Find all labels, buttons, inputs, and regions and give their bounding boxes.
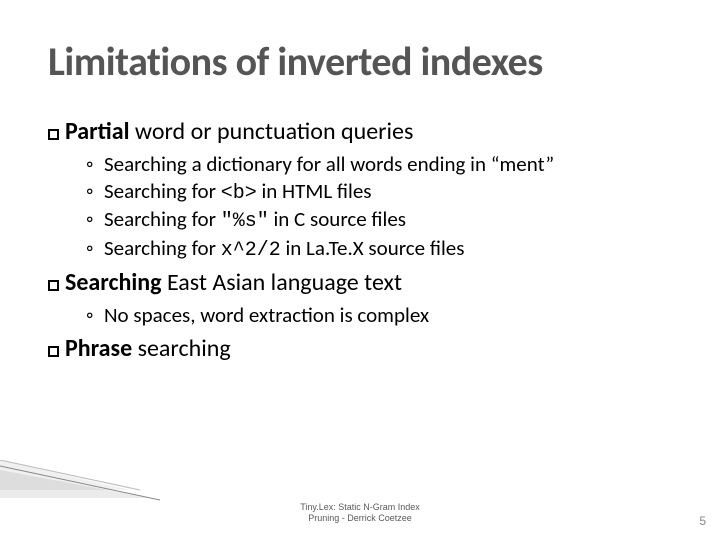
item-text: Searching a dictionary for all words end… xyxy=(104,151,554,177)
heading-bold: Partial xyxy=(65,117,129,146)
item-text: No spaces, word extraction is complex xyxy=(104,302,429,328)
list-item: Searching for "%s" in C source files xyxy=(90,206,672,235)
item-text: Searching for xyxy=(104,206,221,232)
heading-rest: word or punctuation queries xyxy=(129,117,413,146)
list-item: Searching for <b> in HTML files xyxy=(90,178,672,207)
section-partial: Partial word or punctuation queries Sear… xyxy=(48,118,672,263)
slide-title: Limitations of inverted indexes xyxy=(48,40,672,84)
heading-partial: Partial word or punctuation queries xyxy=(48,118,672,147)
list-item: No spaces, word extraction is complex xyxy=(90,302,672,329)
footer-line-2: Pruning - Derrick Coetzee xyxy=(0,513,720,524)
section-east-asian: Searching East Asian language text No sp… xyxy=(48,269,672,329)
slide: Limitations of inverted indexes Partial … xyxy=(0,0,720,540)
heading-phrase: Phrase searching xyxy=(48,335,672,364)
page-number: 5 xyxy=(699,514,706,528)
section-phrase: Phrase searching xyxy=(48,335,672,364)
item-text: in C source files xyxy=(269,206,406,232)
heading-text: Phrase searching xyxy=(65,335,231,364)
item-text: in La.Te.X source files xyxy=(281,235,465,261)
heading-rest: East Asian language text xyxy=(162,268,402,297)
item-text: Searching for xyxy=(104,178,221,204)
item-code: <b> xyxy=(221,182,257,205)
list-item: Searching a dictionary for all words end… xyxy=(90,151,672,178)
bullet-square-icon xyxy=(48,346,59,357)
footer: Tiny.Lex: Static N-Gram Index Pruning - … xyxy=(0,502,720,524)
bullet-square-icon xyxy=(48,280,59,291)
list-item: Searching for x^2/2 in La.Te.X source fi… xyxy=(90,235,672,264)
bullet-square-icon xyxy=(48,129,59,140)
item-code: "%s" xyxy=(221,210,269,233)
footer-line-1: Tiny.Lex: Static N-Gram Index xyxy=(0,502,720,513)
heading-bold: Phrase xyxy=(65,334,132,363)
sublist-east-asian: No spaces, word extraction is complex xyxy=(48,302,672,329)
heading-east-asian: Searching East Asian language text xyxy=(48,269,672,298)
heading-rest: searching xyxy=(132,334,230,363)
heading-text: Partial word or punctuation queries xyxy=(65,118,413,147)
sublist-partial: Searching a dictionary for all words end… xyxy=(48,151,672,264)
item-text: in HTML files xyxy=(257,178,372,204)
heading-bold: Searching xyxy=(65,268,162,297)
item-text: Searching for xyxy=(104,235,221,261)
corner-accent-icon xyxy=(0,460,160,502)
heading-text: Searching East Asian language text xyxy=(65,269,402,298)
item-code: x^2/2 xyxy=(221,239,281,262)
